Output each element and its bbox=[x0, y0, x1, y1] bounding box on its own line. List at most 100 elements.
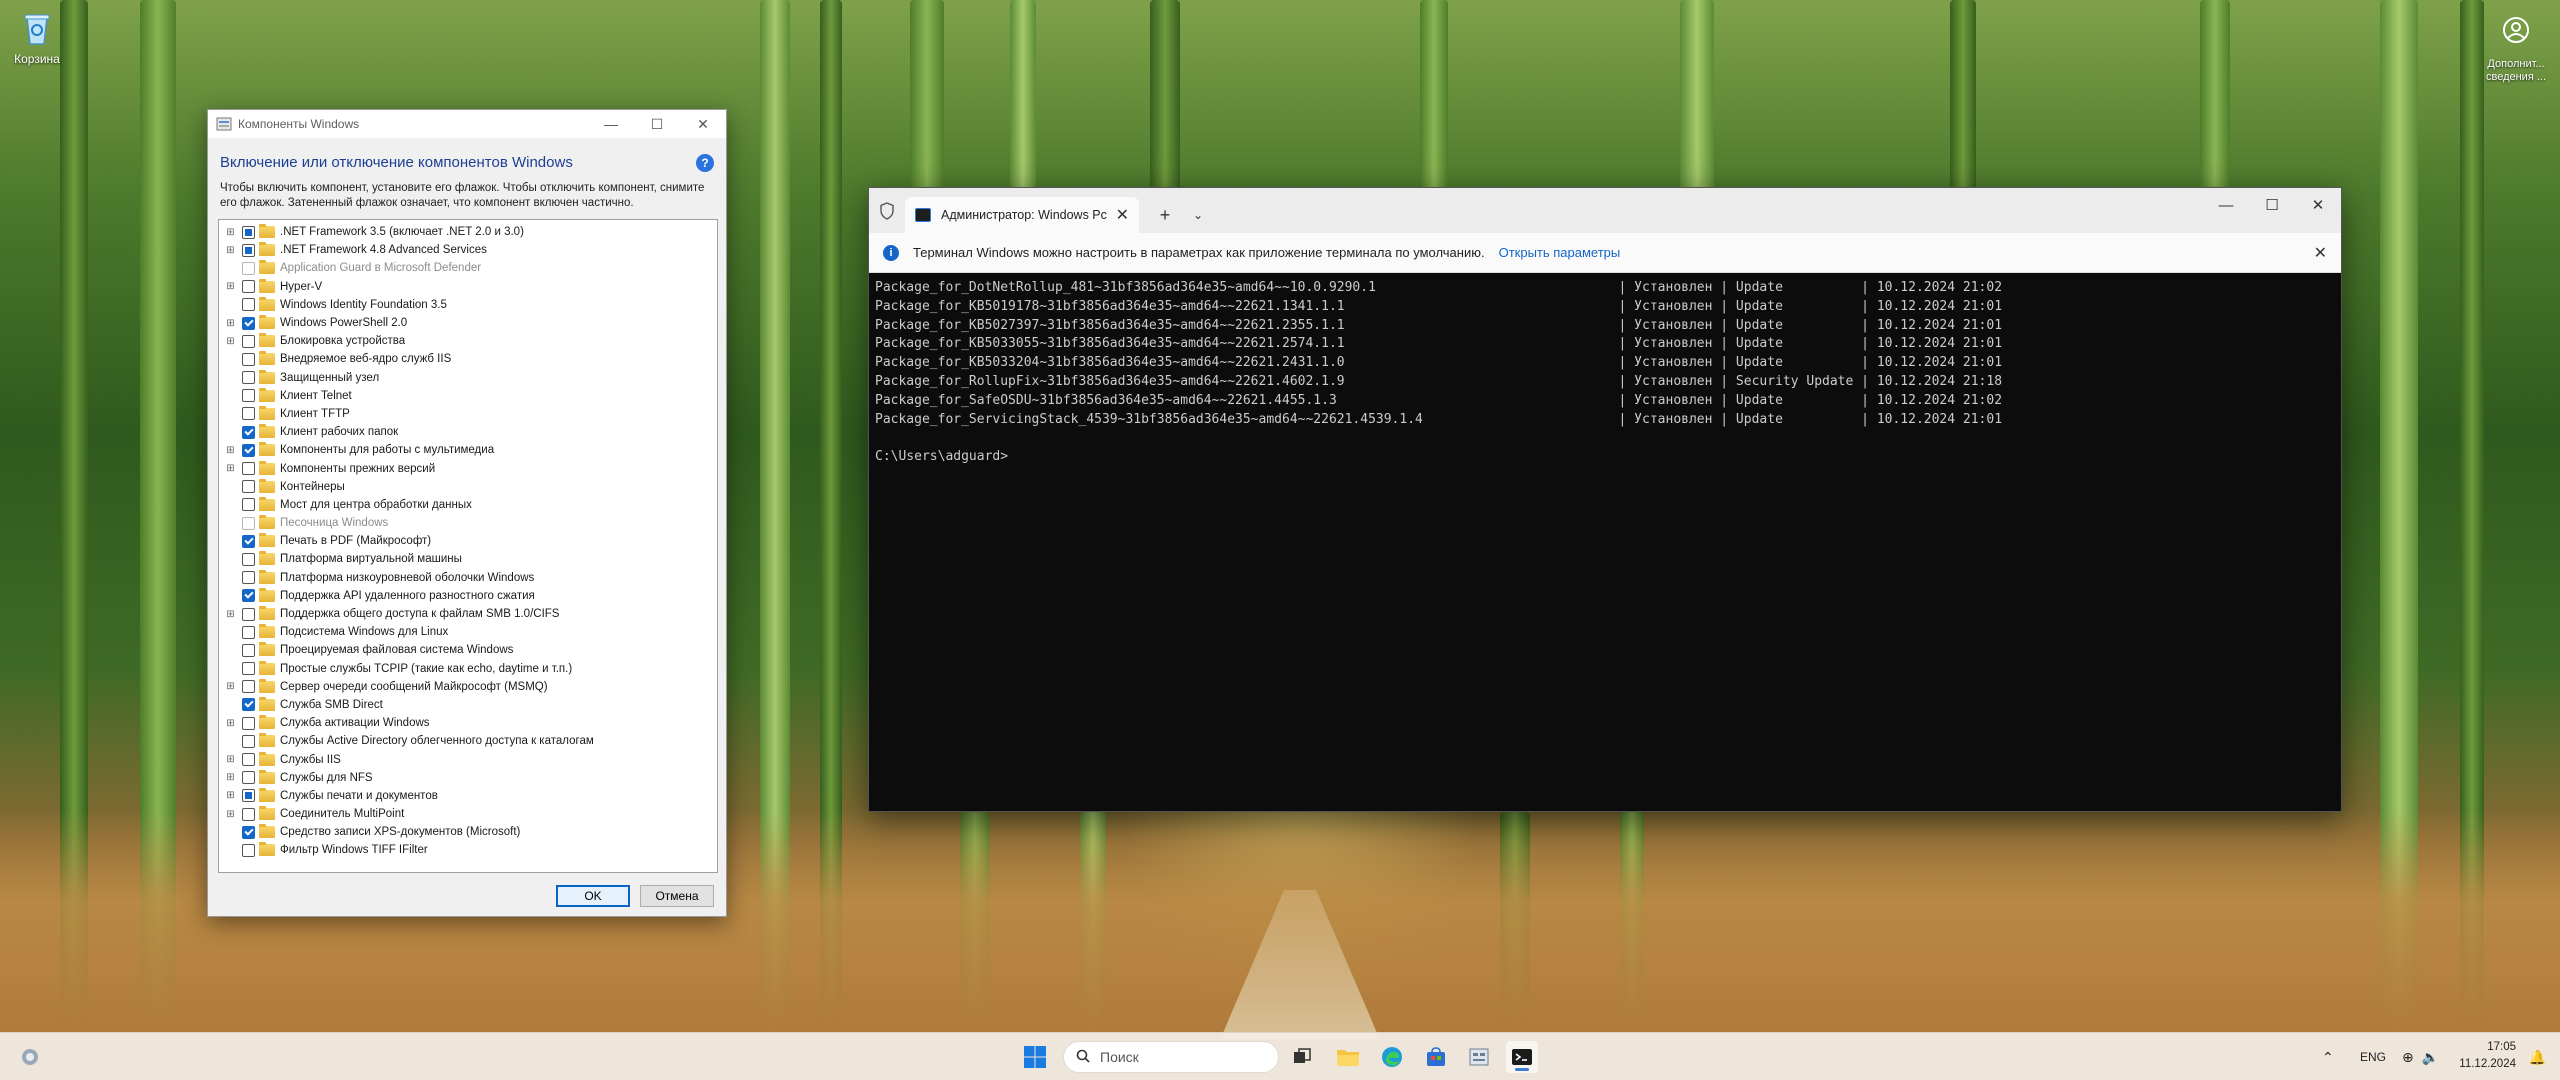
feature-row[interactable]: Клиент рабочих папок bbox=[219, 423, 717, 441]
expand-plus-icon[interactable]: ⊞ bbox=[224, 444, 237, 457]
feature-checkbox[interactable] bbox=[242, 807, 255, 821]
feature-checkbox[interactable] bbox=[242, 243, 255, 257]
feature-checkbox[interactable] bbox=[242, 534, 255, 548]
feature-checkbox[interactable] bbox=[242, 389, 255, 403]
open-settings-link[interactable]: Открыть параметры bbox=[1499, 245, 1621, 260]
expand-plus-icon[interactable]: ⊞ bbox=[224, 335, 237, 348]
feature-checkbox[interactable] bbox=[242, 753, 255, 767]
feature-checkbox[interactable] bbox=[242, 571, 255, 585]
feature-row[interactable]: ⊞ Hyper-V bbox=[219, 278, 717, 296]
feature-row[interactable]: Фильтр Windows TIFF IFilter bbox=[219, 841, 717, 859]
feature-row[interactable]: Служба SMB Direct bbox=[219, 696, 717, 714]
recycle-bin-desktop-icon[interactable]: Корзина bbox=[2, 8, 72, 66]
expand-plus-icon[interactable]: ⊞ bbox=[224, 462, 237, 475]
store-button[interactable] bbox=[1420, 1041, 1452, 1073]
expand-plus-icon[interactable]: ⊞ bbox=[224, 808, 237, 821]
feature-checkbox[interactable] bbox=[242, 625, 255, 639]
feature-checkbox[interactable] bbox=[242, 825, 255, 839]
feature-checkbox[interactable] bbox=[242, 480, 255, 494]
feature-row[interactable]: Печать в PDF (Майкрософт) bbox=[219, 532, 717, 550]
feature-row[interactable]: Песочница Windows bbox=[219, 514, 717, 532]
expand-plus-icon[interactable]: ⊞ bbox=[224, 608, 237, 621]
control-panel-button[interactable] bbox=[1463, 1041, 1495, 1073]
feature-row[interactable]: ⊞ .NET Framework 3.5 (включает .NET 2.0 и… bbox=[219, 223, 717, 241]
feature-row[interactable]: Клиент Telnet bbox=[219, 387, 717, 405]
terminal-tab[interactable]: Администратор: Windows Pc ✕ bbox=[905, 197, 1139, 233]
feature-checkbox[interactable] bbox=[242, 407, 255, 421]
feature-row[interactable]: Внедряемое веб-ядро служб IIS bbox=[219, 350, 717, 368]
feature-row[interactable]: ⊞ Службы для NFS bbox=[219, 769, 717, 787]
feature-row[interactable]: Мост для центра обработки данных bbox=[219, 496, 717, 514]
taskbar-search[interactable]: Поиск bbox=[1063, 1041, 1279, 1073]
network-icon[interactable]: ⊕ bbox=[2402, 1049, 2414, 1066]
feature-row[interactable]: Платформа низкоуровневой оболочки Window… bbox=[219, 569, 717, 587]
feature-checkbox[interactable] bbox=[242, 552, 255, 566]
feature-checkbox[interactable] bbox=[242, 352, 255, 366]
maximize-button[interactable]: ☐ bbox=[634, 110, 680, 138]
feature-checkbox[interactable] bbox=[242, 371, 255, 385]
terminal-minimize-button[interactable]: — bbox=[2203, 188, 2249, 222]
feature-checkbox[interactable] bbox=[242, 843, 255, 857]
file-explorer-button[interactable] bbox=[1332, 1041, 1364, 1073]
widgets-button[interactable] bbox=[14, 1041, 46, 1073]
feature-row[interactable]: Контейнеры bbox=[219, 478, 717, 496]
feature-row[interactable]: ⊞ Компоненты для работы с мультимедиа bbox=[219, 441, 717, 459]
feature-checkbox[interactable] bbox=[242, 443, 255, 457]
help-icon[interactable]: ? bbox=[696, 154, 714, 172]
info-close-icon[interactable]: ✕ bbox=[2314, 243, 2327, 263]
expand-plus-icon[interactable]: ⊞ bbox=[224, 789, 237, 802]
minimize-button[interactable]: — bbox=[588, 110, 634, 138]
new-tab-button[interactable]: + bbox=[1147, 197, 1183, 233]
expand-plus-icon[interactable]: ⊞ bbox=[224, 226, 237, 239]
feature-row[interactable]: Проецируемая файловая система Windows bbox=[219, 641, 717, 659]
expand-plus-icon[interactable]: ⊞ bbox=[224, 753, 237, 766]
feature-row[interactable]: Application Guard в Microsoft Defender bbox=[219, 259, 717, 277]
feature-row[interactable]: ⊞ Поддержка общего доступа к файлам SMB 1… bbox=[219, 605, 717, 623]
extras-desktop-icon[interactable]: Дополнит... сведения ... bbox=[2476, 14, 2556, 84]
feature-row[interactable]: Защищенный узел bbox=[219, 369, 717, 387]
feature-checkbox[interactable] bbox=[242, 607, 255, 621]
terminal-maximize-button[interactable]: ☐ bbox=[2249, 188, 2295, 222]
expand-plus-icon[interactable]: ⊞ bbox=[224, 771, 237, 784]
expand-plus-icon[interactable]: ⊞ bbox=[224, 280, 237, 293]
feature-checkbox[interactable] bbox=[242, 734, 255, 748]
task-view-button[interactable] bbox=[1286, 1041, 1318, 1073]
expand-plus-icon[interactable]: ⊞ bbox=[224, 680, 237, 693]
dialog-title-bar[interactable]: Компоненты Windows — ☐ ✕ bbox=[208, 110, 726, 138]
feature-row[interactable]: ⊞ Windows PowerShell 2.0 bbox=[219, 314, 717, 332]
feature-checkbox[interactable] bbox=[242, 498, 255, 512]
ok-button[interactable]: OK bbox=[556, 885, 630, 907]
start-button[interactable] bbox=[1019, 1041, 1051, 1073]
tray-chevron-icon[interactable]: ⌃ bbox=[2322, 1049, 2334, 1066]
feature-checkbox[interactable] bbox=[242, 280, 255, 294]
feature-row[interactable]: ⊞ Компоненты прежних версий bbox=[219, 459, 717, 477]
feature-row[interactable]: Простые службы TCPIP (такие как echo, da… bbox=[219, 660, 717, 678]
terminal-close-button[interactable]: ✕ bbox=[2295, 188, 2341, 222]
feature-row[interactable]: Клиент TFTP bbox=[219, 405, 717, 423]
feature-checkbox[interactable] bbox=[242, 698, 255, 712]
cancel-button[interactable]: Отмена bbox=[640, 885, 714, 907]
feature-checkbox[interactable] bbox=[242, 316, 255, 330]
expand-plus-icon[interactable]: ⊞ bbox=[224, 244, 237, 257]
feature-row[interactable]: ⊞ Сервер очереди сообщений Майкрософт (MS… bbox=[219, 678, 717, 696]
close-button[interactable]: ✕ bbox=[680, 110, 726, 138]
terminal-tab-bar[interactable]: Администратор: Windows Pc ✕ + ⌄ — ☐ ✕ bbox=[869, 188, 2341, 233]
feature-checkbox[interactable] bbox=[242, 771, 255, 785]
feature-row[interactable]: ⊞ Соединитель MultiPoint bbox=[219, 805, 717, 823]
feature-checkbox[interactable] bbox=[242, 334, 255, 348]
feature-checkbox[interactable] bbox=[242, 662, 255, 676]
feature-checkbox[interactable] bbox=[242, 225, 255, 239]
feature-row[interactable]: Поддержка API удаленного разностного сжа… bbox=[219, 587, 717, 605]
feature-row[interactable]: ⊞ .NET Framework 4.8 Advanced Services bbox=[219, 241, 717, 259]
features-tree[interactable]: ⊞ .NET Framework 3.5 (включает .NET 2.0 и… bbox=[218, 219, 718, 873]
language-indicator[interactable]: ENG bbox=[2360, 1050, 2386, 1064]
feature-checkbox[interactable] bbox=[242, 425, 255, 439]
terminal-output[interactable]: Package_for_DotNetRollup_481~31bf3856ad3… bbox=[869, 273, 2341, 473]
notification-bell-icon[interactable]: 🔔 bbox=[2529, 1049, 2546, 1066]
feature-row[interactable]: ⊞ Блокировка устройства bbox=[219, 332, 717, 350]
feature-row[interactable]: Подсистема Windows для Linux bbox=[219, 623, 717, 641]
edge-button[interactable] bbox=[1376, 1041, 1408, 1073]
feature-checkbox[interactable] bbox=[242, 462, 255, 476]
feature-checkbox[interactable] bbox=[242, 680, 255, 694]
feature-checkbox[interactable] bbox=[242, 716, 255, 730]
